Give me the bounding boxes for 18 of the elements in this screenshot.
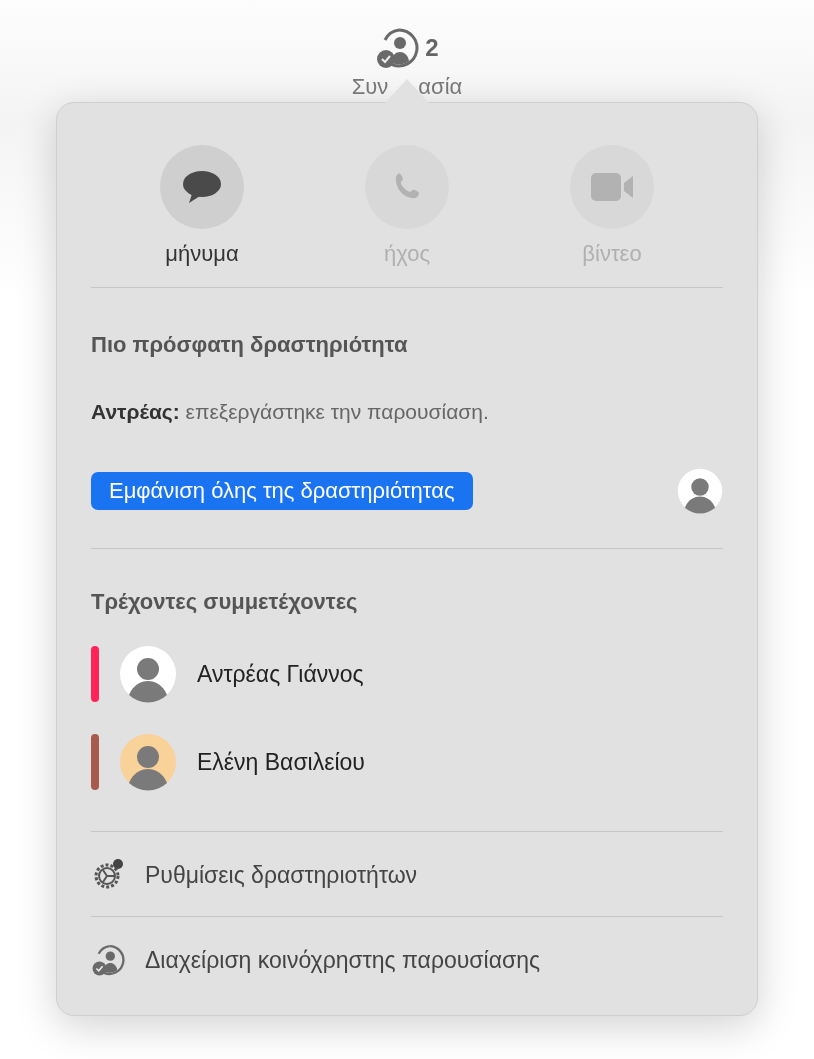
speech-bubble-icon	[182, 169, 222, 205]
avatar	[119, 645, 177, 703]
collaboration-icon	[91, 943, 125, 977]
toolbar-label: Συν	[351, 74, 389, 100]
avatar	[119, 733, 177, 791]
toolbar-label: ασία	[418, 74, 463, 100]
menu-item[interactable]: Ρυθμίσεις δραστηριοτήτων	[91, 832, 723, 916]
section-heading: Πιο πρόσφατη δραστηριότητα	[91, 332, 409, 358]
activity-text: Αντρέας: επεξεργάστηκε την παρουσίαση.	[91, 400, 490, 424]
participant-name: Αντρέας Γιάννος	[197, 660, 364, 688]
section-heading: Τρέχοντες συμμετέχοντες	[91, 589, 359, 615]
participant-name: Ελένη Βασιλείου	[197, 748, 365, 776]
collaboration-icon	[375, 26, 420, 70]
menu-item[interactable]: Διαχείριση κοινόχρηστης παρουσίασης	[91, 916, 723, 1001]
video-camera-icon	[590, 172, 634, 202]
participant-count: 2	[425, 34, 439, 62]
avatar	[677, 468, 723, 514]
show-all-activity-button[interactable]: Εμφάνιση όλης της δραστηριότητας	[91, 472, 473, 510]
